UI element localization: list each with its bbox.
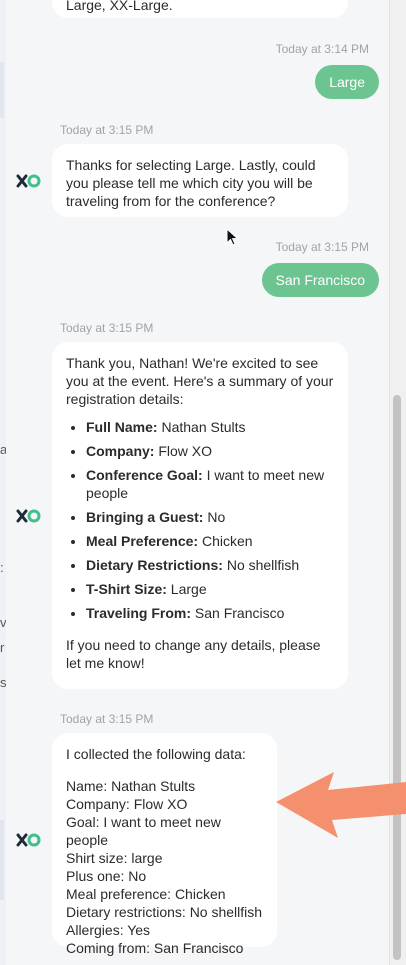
summary-label: T-Shirt Size: (86, 581, 167, 597)
background-block (0, 820, 4, 900)
user-message: Large (315, 65, 379, 99)
message-timestamp: Today at 3:15 PM (275, 240, 369, 254)
summary-label: Dietary Restrictions: (86, 557, 223, 573)
summary-item: Bringing a Guest: No (86, 508, 334, 526)
collected-data-line: Goal: I want to meet new people (66, 814, 221, 848)
bot-summary-message: Thank you, Nathan! We're excited to see … (52, 342, 348, 689)
summary-item: Company: Flow XO (86, 442, 334, 460)
summary-value: No (207, 509, 226, 525)
collected-data-line: Coming from: San Francisco (66, 940, 244, 956)
summary-item: T-Shirt Size: Large (86, 580, 334, 598)
collected-data-line: Allergies: Yes (66, 922, 151, 938)
summary-intro: Thank you, Nathan! We're excited to see … (66, 355, 334, 407)
summary-outro: If you need to change any details, pleas… (66, 637, 321, 671)
flow-xo-logo-icon (16, 833, 41, 847)
message-timestamp: Today at 3:15 PM (60, 321, 154, 335)
mouse-pointer-icon (226, 228, 239, 246)
summary-value: Chicken (201, 533, 253, 549)
message-timestamp: Today at 3:14 PM (275, 42, 369, 56)
collected-data-intro: I collected the following data: (66, 746, 246, 762)
summary-item: Full Name: Nathan Stults (86, 418, 334, 436)
collected-data-line: Meal preference: Chicken (66, 886, 226, 902)
message-timestamp: Today at 3:15 PM (60, 123, 154, 137)
arrow-annotation-icon (276, 772, 406, 838)
summary-value: Flow XO (158, 443, 213, 459)
collected-data-line: Company: Flow XO (66, 796, 188, 812)
summary-item: Traveling From: San Francisco (86, 604, 334, 622)
collected-data-line: Name: Nathan Stults (66, 778, 196, 794)
summary-label: Full Name: (86, 419, 158, 435)
collected-data-line: Plus one: No (66, 868, 147, 884)
message-timestamp: Today at 3:15 PM (60, 712, 154, 726)
flow-xo-logo-icon (16, 174, 41, 188)
user-message-text: Large (329, 74, 365, 90)
summary-value: Large (170, 581, 207, 597)
collected-data-line: Shirt size: large (66, 850, 163, 866)
summary-value: Nathan Stults (161, 419, 246, 435)
collected-data-line: Dietary restrictions: No shellfish (66, 904, 263, 920)
scrollbar-thumb[interactable] (393, 395, 401, 960)
summary-label: Conference Goal: (86, 467, 203, 483)
summary-value: San Francisco (194, 605, 285, 621)
summary-list: Full Name: Nathan Stults Company: Flow X… (66, 418, 334, 622)
summary-label: Company: (86, 443, 155, 459)
flow-xo-logo-icon (16, 509, 41, 523)
summary-item: Meal Preference: Chicken (86, 532, 334, 550)
summary-item: Conference Goal: I want to meet new peop… (86, 466, 334, 502)
bot-message-text: Large, XX-Large. (66, 0, 173, 13)
background-block (0, 62, 4, 118)
bot-message: Large, XX-Large. (52, 0, 348, 18)
summary-value: No shellfish (226, 557, 300, 573)
summary-label: Bringing a Guest: (86, 509, 204, 525)
summary-label: Meal Preference: (86, 533, 199, 549)
bot-collected-data-message: I collected the following data: Name: Na… (52, 733, 277, 956)
user-message-text: San Francisco (275, 272, 365, 288)
summary-label: Traveling From: (86, 605, 192, 621)
bot-message: Thanks for selecting Large. Lastly, coul… (52, 144, 348, 217)
summary-item: Dietary Restrictions: No shellfish (86, 556, 334, 574)
bot-message-text: Thanks for selecting Large. Lastly, coul… (66, 157, 316, 209)
user-message: San Francisco (261, 263, 379, 297)
